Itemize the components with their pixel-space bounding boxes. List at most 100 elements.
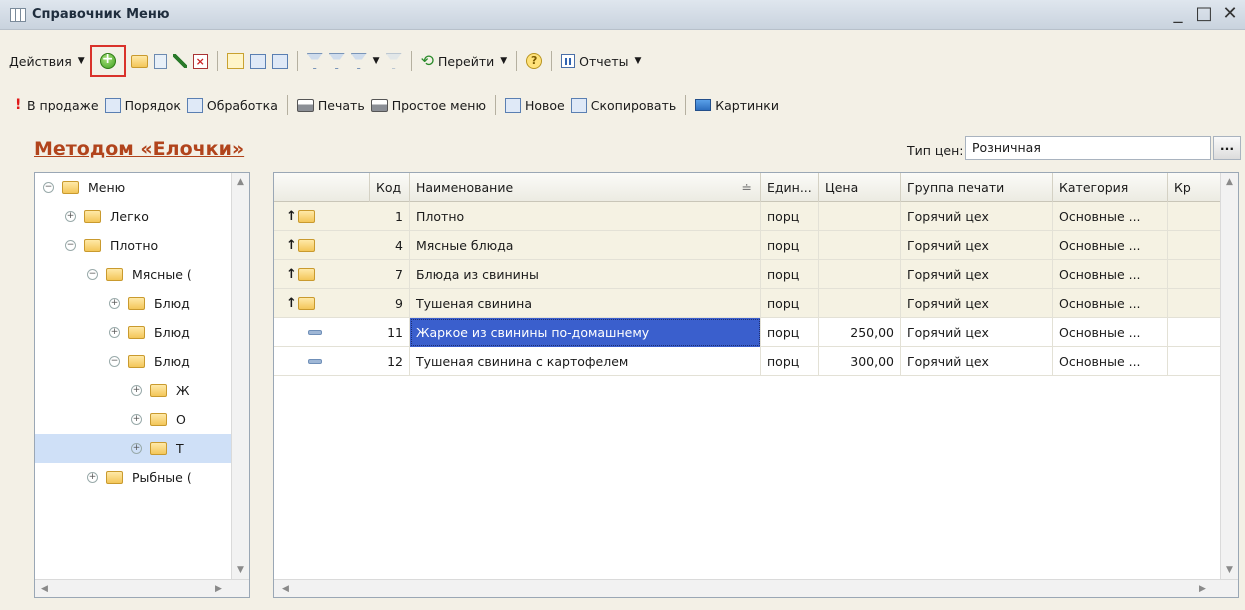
scroll-left-icon[interactable]: ◀	[41, 580, 48, 597]
help-button[interactable]: ?	[523, 49, 545, 73]
cell-unit[interactable]: порц	[761, 347, 819, 376]
expand-icon[interactable]: +	[131, 385, 142, 396]
cell-name[interactable]: Мясные блюда	[410, 231, 761, 260]
delete-button[interactable]: ×	[190, 49, 211, 73]
tree-horizontal-scrollbar[interactable]: ◀ ▶	[35, 579, 249, 597]
tree-item[interactable]: − Мясные (	[35, 260, 231, 289]
tree-item[interactable]: + Блюд	[35, 318, 231, 347]
cell-unit[interactable]: порц	[761, 231, 819, 260]
cell-name[interactable]: Тушеная свинина с картофелем	[410, 347, 761, 376]
cell-print-group[interactable]: Горячий цех	[901, 318, 1053, 347]
cell-unit[interactable]: порц	[761, 260, 819, 289]
scroll-up-icon[interactable]: ▲	[1221, 173, 1238, 191]
scroll-right-icon[interactable]: ▶	[1199, 580, 1206, 597]
minimize-button[interactable]: _	[1169, 4, 1187, 24]
table-row[interactable]: ↑ 1 Плотно порц Горячий цех Основные ...	[274, 202, 1222, 231]
cell-code[interactable]: 7	[370, 260, 410, 289]
expand-icon[interactable]: +	[131, 414, 142, 425]
cell-category[interactable]: Основные ...	[1053, 231, 1168, 260]
cell-code[interactable]: 9	[370, 289, 410, 318]
cell-category[interactable]: Основные ...	[1053, 347, 1168, 376]
header-unit[interactable]: Един...	[761, 173, 819, 202]
cell-kr[interactable]	[1168, 289, 1222, 318]
items-table[interactable]: Код Наименование ≐ Един... Цена Группа пе…	[273, 172, 1239, 598]
table-vertical-scrollbar[interactable]: ▲ ▼	[1220, 173, 1238, 579]
scroll-up-icon[interactable]: ▲	[232, 173, 249, 191]
cell-code[interactable]: 11	[370, 318, 410, 347]
goto-menu-button[interactable]: ⟲ Перейти ▼	[418, 49, 511, 73]
processing-button[interactable]: Обработка	[184, 93, 281, 117]
cell-price[interactable]: 250,00	[819, 318, 901, 347]
table-row[interactable]: ↑ 7 Блюда из свинины порц Горячий цех Основны…	[274, 260, 1222, 289]
cell-print-group[interactable]: Горячий цех	[901, 260, 1053, 289]
cell-name[interactable]: Жаркое из свинины по-домашнему	[410, 318, 761, 347]
cell-category[interactable]: Основные ...	[1053, 260, 1168, 289]
cell-print-group[interactable]: Горячий цех	[901, 289, 1053, 318]
cell-price[interactable]	[819, 231, 901, 260]
price-type-select-button[interactable]: ...	[1213, 136, 1241, 160]
collapse-icon[interactable]: −	[65, 240, 76, 251]
on-sale-button[interactable]: ! В продаже	[12, 93, 102, 117]
table-row[interactable]: ↑ 9 Тушеная свинина порц Горячий цех Основные…	[274, 289, 1222, 318]
cell-kr[interactable]	[1168, 347, 1222, 376]
filter-history-button[interactable]: ▼	[348, 49, 383, 73]
pictures-button[interactable]: Картинки	[692, 93, 782, 117]
maximize-button[interactable]: □	[1195, 4, 1213, 24]
scroll-down-icon[interactable]: ▼	[1221, 561, 1238, 579]
cell-code[interactable]: 1	[370, 202, 410, 231]
table-row[interactable]: 11 Жаркое из свинины по-домашнему порц 250,…	[274, 318, 1222, 347]
list-mode-button[interactable]	[247, 49, 269, 73]
tree-item[interactable]: − Блюд	[35, 347, 231, 376]
cell-price[interactable]: 300,00	[819, 347, 901, 376]
scroll-left-icon[interactable]: ◀	[282, 580, 289, 597]
tree-item[interactable]: + Рыбные (	[35, 463, 231, 492]
tree-vertical-scrollbar[interactable]: ▲ ▼	[231, 173, 249, 579]
scroll-right-icon[interactable]: ▶	[215, 580, 222, 597]
cell-unit[interactable]: порц	[761, 289, 819, 318]
expand-icon[interactable]: +	[109, 298, 120, 309]
cell-category[interactable]: Основные ...	[1053, 289, 1168, 318]
add-folder-button[interactable]	[128, 49, 151, 73]
filter-button[interactable]	[304, 49, 326, 73]
cell-price[interactable]	[819, 202, 901, 231]
tree-item[interactable]: + Блюд	[35, 289, 231, 318]
header-print-group[interactable]: Группа печати	[901, 173, 1053, 202]
filter-value-button[interactable]	[326, 49, 348, 73]
cell-kr[interactable]	[1168, 202, 1222, 231]
edit-button[interactable]	[170, 49, 190, 73]
cell-name[interactable]: Тушеная свинина	[410, 289, 761, 318]
cell-price[interactable]	[819, 289, 901, 318]
tree-item[interactable]: + О	[35, 405, 231, 434]
clear-filter-button[interactable]	[383, 49, 405, 73]
new-button[interactable]: Новое	[502, 93, 568, 117]
actions-menu-button[interactable]: Действия ▼	[6, 49, 88, 73]
tree-item[interactable]: − Меню	[35, 173, 231, 202]
collapse-icon[interactable]: −	[87, 269, 98, 280]
tree-item[interactable]: − Плотно	[35, 231, 231, 260]
cell-name[interactable]: Блюда из свинины	[410, 260, 761, 289]
expand-icon[interactable]: +	[109, 327, 120, 338]
cell-kr[interactable]	[1168, 318, 1222, 347]
order-button[interactable]: Порядок	[102, 93, 184, 117]
cell-category[interactable]: Основные ...	[1053, 202, 1168, 231]
header-name[interactable]: Наименование ≐	[410, 173, 761, 202]
hierarchy-button[interactable]	[224, 49, 247, 73]
cell-print-group[interactable]: Горячий цех	[901, 202, 1053, 231]
tree-item[interactable]: + Ж	[35, 376, 231, 405]
tree-item[interactable]: + Т	[35, 434, 231, 463]
cell-kr[interactable]	[1168, 231, 1222, 260]
header-category[interactable]: Категория	[1053, 173, 1168, 202]
header-code[interactable]: Код	[370, 173, 410, 202]
copy-doc-button[interactable]: Скопировать	[568, 93, 679, 117]
cell-print-group[interactable]: Горячий цех	[901, 231, 1053, 260]
page-heading-link[interactable]: Методом «Елочки»	[34, 138, 244, 160]
cell-name[interactable]: Плотно	[410, 202, 761, 231]
table-horizontal-scrollbar[interactable]: ◀ ▶	[274, 579, 1238, 597]
menu-tree[interactable]: − Меню + Легко − Плотно − Мясные (+ Блюд + Блюд − Бл…	[34, 172, 250, 598]
header-kr[interactable]: Кр	[1168, 173, 1222, 202]
cell-code[interactable]: 12	[370, 347, 410, 376]
cell-kr[interactable]	[1168, 260, 1222, 289]
cell-code[interactable]: 4	[370, 231, 410, 260]
cell-unit[interactable]: порц	[761, 202, 819, 231]
close-button[interactable]: ✕	[1221, 4, 1239, 24]
